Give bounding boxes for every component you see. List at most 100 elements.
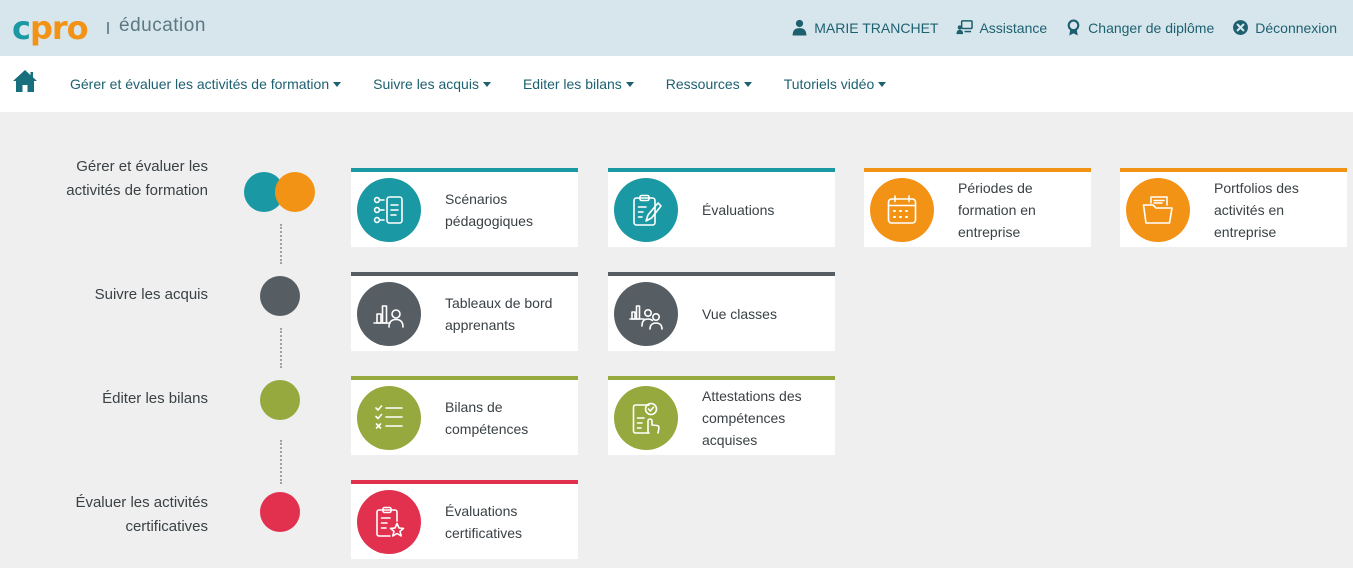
- scenario-list-icon: [357, 178, 421, 242]
- card-label: Vue classes: [702, 276, 832, 351]
- row-dot-red: [260, 492, 300, 532]
- user-icon: [792, 19, 807, 36]
- nav-item-label: Gérer et évaluer les activités de format…: [70, 76, 330, 92]
- row-dot-gray: [260, 276, 300, 316]
- card-label-line: Scénarios: [445, 190, 508, 207]
- card-label-line: Vue classes: [702, 305, 777, 322]
- card-label: Périodes de formation en entreprise: [958, 172, 1088, 247]
- card-label-line: Bilans de: [445, 398, 503, 415]
- card-label-line: formation en: [958, 201, 1036, 218]
- card-vue-classes[interactable]: Vue classes: [608, 272, 835, 351]
- assistance-icon: [956, 20, 974, 35]
- close-circle-icon: [1233, 20, 1249, 35]
- change-diploma-link[interactable]: Changer de diplôme: [1065, 19, 1214, 36]
- attestation-icon: [614, 386, 678, 450]
- nav-item-label: Suivre les acquis: [373, 76, 479, 92]
- card-bilans[interactable]: Bilans de compétences: [351, 376, 578, 455]
- row-label-editer: Éditer les bilans: [102, 387, 208, 411]
- card-label-line: Portfolios des: [1214, 179, 1299, 196]
- logout-link[interactable]: Déconnexion: [1232, 19, 1337, 36]
- logo-suffix: éducation: [119, 15, 206, 36]
- caret-down-icon: [878, 82, 887, 87]
- row-label-evaluer: Évaluer les activités certificatives: [75, 491, 208, 539]
- chart-group-icon: [614, 282, 678, 346]
- checklist-icon: [357, 386, 421, 450]
- top-header: c pro éducation MARIE TRANCHET Assistance…: [0, 0, 1353, 56]
- card-label-line: Tableaux de bord: [445, 294, 553, 311]
- change-diploma-label: Changer de diplôme: [1088, 19, 1215, 36]
- logout-label: Déconnexion: [1255, 19, 1337, 36]
- row-label-line: Gérer et évaluer les: [76, 158, 208, 175]
- user-name: MARIE TRANCHET: [814, 19, 939, 36]
- row-label-suivre: Suivre les acquis: [95, 283, 208, 307]
- user-menu[interactable]: MARIE TRANCHET: [791, 19, 938, 36]
- assistance-label: Assistance: [979, 19, 1048, 36]
- cpro-logo[interactable]: c pro: [12, 9, 89, 47]
- card-attestations[interactable]: Attestations des compétences acquises: [608, 376, 835, 455]
- card-label-line: apprenants: [445, 316, 516, 333]
- caret-down-icon: [625, 82, 634, 87]
- card-label: Tableaux de bord apprenants: [445, 276, 575, 351]
- row-dot-orange: [275, 172, 315, 212]
- card-portfolios[interactable]: Portfolios des activités en entreprise: [1120, 168, 1347, 247]
- logo-separator: [107, 22, 109, 34]
- card-label: Portfolios des activités en entreprise: [1214, 172, 1344, 247]
- clipboard-star-icon: [357, 490, 421, 554]
- nav-item-editer[interactable]: Editer les bilans: [523, 76, 634, 92]
- row-label-line: certificatives: [125, 518, 208, 535]
- card-evaluations[interactable]: Évaluations: [608, 168, 835, 247]
- card-label-line: Évaluations: [702, 201, 775, 218]
- card-label-line: entreprise: [958, 223, 1021, 240]
- card-certificatives[interactable]: Évaluations certificatives: [351, 480, 578, 559]
- card-tableaux[interactable]: Tableaux de bord apprenants: [351, 272, 578, 351]
- caret-down-icon: [333, 82, 342, 87]
- nav-item-suivre[interactable]: Suivre les acquis: [373, 76, 491, 92]
- card-label-line: entreprise: [1214, 223, 1277, 240]
- clipboard-pen-icon: [614, 178, 678, 242]
- card-label-line: acquises: [702, 431, 758, 448]
- caret-down-icon: [743, 82, 752, 87]
- card-label-line: certificatives: [445, 524, 523, 541]
- logo-c: c: [12, 9, 31, 47]
- card-label-line: compétences: [445, 420, 529, 437]
- card-label: Scénarios pédagogiques: [445, 172, 575, 247]
- card-label-line: compétences: [702, 409, 786, 426]
- card-scenarios[interactable]: Scénarios pédagogiques: [351, 168, 578, 247]
- top-links: MARIE TRANCHET Assistance Changer de dip…: [791, 19, 1337, 36]
- row-label-line: activités de formation: [66, 182, 208, 199]
- card-label: Évaluations: [702, 172, 832, 247]
- nav-item-label: Editer les bilans: [522, 76, 622, 92]
- card-label: Attestations des compétences acquises: [702, 380, 832, 455]
- logo-pro: pro: [29, 9, 89, 47]
- row-label-gerer: Gérer et évaluer les activités de format…: [66, 155, 208, 203]
- calendar-icon: [870, 178, 934, 242]
- row-label-line: Suivre les acquis: [94, 286, 208, 303]
- card-label-line: activités en: [1214, 201, 1285, 218]
- card-label-line: pédagogiques: [445, 212, 533, 229]
- card-label: Bilans de compétences: [445, 380, 575, 455]
- award-icon: [1067, 19, 1080, 36]
- chart-person-icon: [357, 282, 421, 346]
- dotted-connector: [280, 440, 282, 484]
- card-label-line: Attestations des: [702, 387, 802, 404]
- assistance-link[interactable]: Assistance: [956, 19, 1047, 36]
- nav-item-tutoriels[interactable]: Tutoriels vidéo: [784, 76, 887, 92]
- dotted-connector: [280, 328, 282, 368]
- card-label: Évaluations certificatives: [445, 484, 575, 559]
- row-label-line: Évaluer les activités: [75, 494, 208, 511]
- card-label-line: Évaluations: [445, 502, 518, 519]
- card-periodes[interactable]: Périodes de formation en entreprise: [864, 168, 1091, 247]
- nav-item-label: Ressources: [665, 76, 740, 92]
- nav-item-label: Tutoriels vidéo: [783, 76, 875, 92]
- nav-menu: Gérer et évaluer les activités de format…: [70, 76, 918, 92]
- dotted-connector: [280, 224, 282, 264]
- card-label-line: Périodes de: [958, 179, 1033, 196]
- row-dot-olive: [260, 380, 300, 420]
- nav-item-ressources[interactable]: Ressources: [666, 76, 752, 92]
- nav-item-gerer[interactable]: Gérer et évaluer les activités de format…: [70, 76, 342, 92]
- row-label-line: Éditer les bilans: [102, 390, 208, 407]
- main-nav: Gérer et évaluer les activités de format…: [0, 56, 1353, 112]
- caret-down-icon: [482, 82, 491, 87]
- home-icon[interactable]: [12, 69, 38, 93]
- folder-icon: [1126, 178, 1190, 242]
